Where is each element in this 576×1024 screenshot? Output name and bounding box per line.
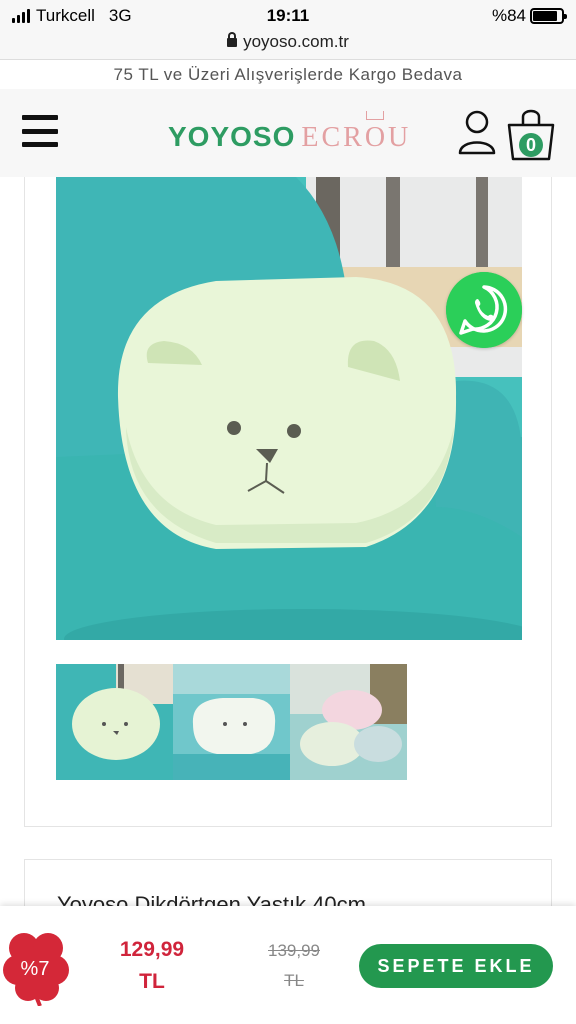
status-bar: Turkcell 3G 19:11 %84 bbox=[0, 0, 576, 30]
thumbnail-2[interactable] bbox=[173, 664, 290, 780]
promo-banner: 75 TL ve Üzeri Alışverişlerde Kargo Beda… bbox=[0, 61, 576, 89]
price-amount: 129,99 bbox=[119, 938, 185, 961]
add-to-cart-button[interactable]: SEPETE EKLE bbox=[359, 944, 553, 988]
whatsapp-icon[interactable] bbox=[446, 272, 522, 348]
thumbnail-3[interactable] bbox=[290, 664, 407, 780]
old-price: 139,99 TL bbox=[252, 936, 336, 996]
crown-icon bbox=[366, 111, 384, 120]
thumbnail-1[interactable] bbox=[56, 664, 173, 780]
old-price-currency: TL bbox=[284, 971, 304, 990]
status-right: %84 bbox=[491, 6, 567, 26]
address-bar[interactable]: yoyoso.com.tr bbox=[0, 30, 576, 60]
status-time: 19:11 bbox=[266, 6, 310, 25]
current-price: 129,99 TL bbox=[106, 934, 198, 998]
battery-icon bbox=[530, 8, 567, 24]
site-logo[interactable]: YOYOSO ECROU bbox=[168, 121, 411, 154]
old-price-amount: 139,99 bbox=[268, 941, 320, 960]
price-currency: TL bbox=[139, 970, 165, 993]
site-header: YOYOSO ECROU 0 bbox=[0, 89, 576, 177]
logo-yoyoso: YOYOSO bbox=[168, 121, 296, 152]
battery-percent: %84 bbox=[491, 6, 526, 25]
cart-count-badge: 0 bbox=[519, 133, 543, 157]
menu-icon[interactable] bbox=[22, 115, 58, 147]
battery-level bbox=[533, 11, 557, 21]
lock-icon bbox=[227, 32, 238, 48]
logo-ecrou: ECROU bbox=[301, 122, 412, 153]
product-main-image[interactable] bbox=[56, 177, 522, 640]
url-text: yoyoso.com.tr bbox=[243, 32, 349, 51]
purchase-bar: %7 129,99 TL 139,99 TL SEPETE EKLE bbox=[0, 906, 576, 1024]
discount-label: %7 bbox=[20, 958, 50, 980]
thumbnail-strip bbox=[56, 664, 407, 780]
user-icon[interactable] bbox=[458, 109, 496, 155]
